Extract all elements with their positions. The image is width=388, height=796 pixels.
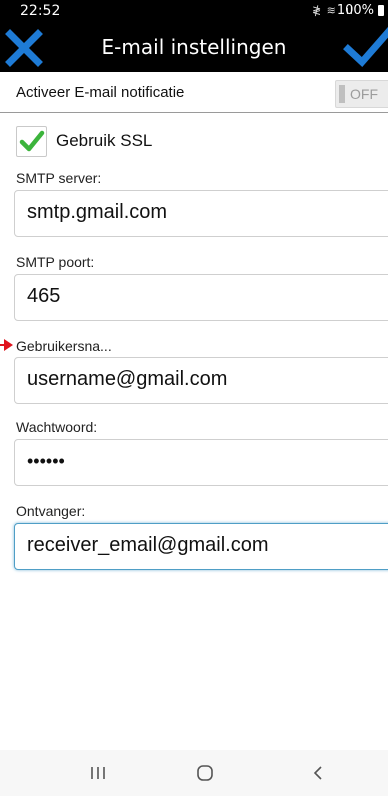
toggle-state-text: OFF bbox=[350, 86, 378, 102]
smtp-server-label: SMTP server: bbox=[16, 170, 102, 186]
checkmark-green-icon bbox=[19, 130, 45, 152]
recents-icon bbox=[91, 767, 105, 779]
checkmark-icon bbox=[343, 26, 388, 68]
smtp-server-value: smtp.gmail.com bbox=[27, 201, 168, 223]
recents-button[interactable] bbox=[78, 758, 118, 788]
confirm-button[interactable] bbox=[342, 24, 388, 70]
email-notification-toggle[interactable]: OFF bbox=[335, 80, 388, 108]
password-input[interactable]: •••••• bbox=[14, 439, 388, 486]
email-notification-row: Activeer E-mail notificatie OFF bbox=[0, 72, 388, 113]
receiver-value: receiver_email@gmail.com bbox=[27, 534, 269, 556]
status-bar: 22:52 ≹ ≋ .ıl 100% bbox=[0, 0, 388, 22]
page-title: E-mail instellingen bbox=[101, 35, 287, 59]
username-label: Gebruikersna... bbox=[16, 338, 112, 354]
battery-icon bbox=[378, 5, 384, 16]
battery-percentage: 100% bbox=[336, 3, 374, 18]
back-icon bbox=[313, 766, 322, 780]
smtp-port-value: 465 bbox=[27, 285, 61, 307]
username-input[interactable]: username@gmail.com bbox=[14, 357, 388, 404]
password-value: •••••• bbox=[27, 451, 65, 471]
smtp-port-input[interactable]: 465 bbox=[14, 274, 388, 321]
home-button[interactable] bbox=[185, 758, 225, 788]
smtp-port-label: SMTP poort: bbox=[16, 254, 95, 270]
receiver-input[interactable]: receiver_email@gmail.com bbox=[14, 523, 388, 570]
status-time: 22:52 bbox=[20, 3, 61, 19]
back-button[interactable] bbox=[298, 758, 338, 788]
use-ssl-label: Gebruik SSL bbox=[56, 131, 153, 150]
navigation-bar bbox=[0, 750, 388, 796]
username-value: username@gmail.com bbox=[27, 368, 228, 390]
home-icon bbox=[197, 765, 213, 781]
email-notification-label: Activeer E-mail notificatie bbox=[16, 84, 185, 101]
toggle-knob bbox=[339, 85, 345, 103]
password-label: Wachtwoord: bbox=[16, 419, 98, 435]
use-ssl-checkbox[interactable] bbox=[16, 126, 47, 157]
receiver-label: Ontvanger: bbox=[16, 503, 86, 519]
title-bar: E-mail instellingen bbox=[0, 22, 388, 72]
annotation-arrow-icon bbox=[0, 339, 13, 351]
smtp-server-input[interactable]: smtp.gmail.com bbox=[14, 190, 388, 237]
